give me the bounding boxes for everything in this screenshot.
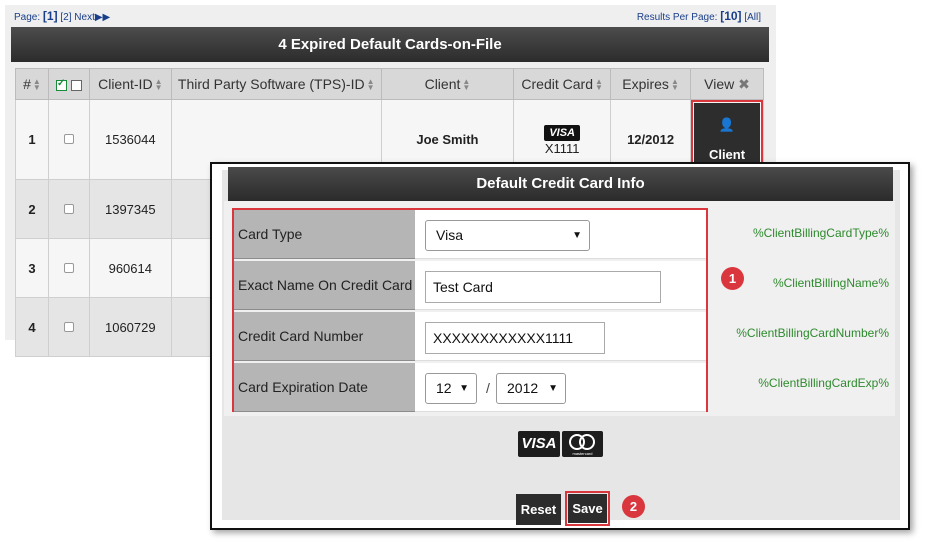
rpp-all[interactable]: [All] xyxy=(744,12,761,23)
token-card-type: %ClientBillingCardType% xyxy=(752,226,889,240)
form-highlight-box: Card Type Visa ▼ Exact Name On Credit Car… xyxy=(232,208,708,412)
dropdown-arrow-icon: ▼ xyxy=(459,383,469,394)
sort-icon[interactable]: ▲ ▼ xyxy=(155,78,163,92)
card-form: Card Type Visa ▼ Exact Name On Credit Car… xyxy=(224,201,895,416)
sort-icon[interactable]: ▲ ▼ xyxy=(462,78,470,92)
row-checkbox[interactable] xyxy=(63,134,74,144)
dropdown-arrow-icon: ▼ xyxy=(572,230,582,241)
pager-page-2[interactable]: [2] xyxy=(60,12,71,23)
save-highlight: Save xyxy=(565,491,610,526)
col-header-select xyxy=(47,68,90,100)
client-id-cell: 960614 xyxy=(88,238,172,298)
name-row: Exact Name On Credit Card Test Card xyxy=(234,261,706,312)
sort-icon[interactable]: ▲ ▼ xyxy=(595,78,603,92)
pager: Page: [1] [2] Next▶▶ xyxy=(14,9,110,23)
rpp-current[interactable]: [10] xyxy=(720,9,741,23)
row-number: 2 xyxy=(15,179,49,239)
sort-icon[interactable]: ▲ ▼ xyxy=(367,78,375,92)
token-name: %ClientBillingName% xyxy=(772,276,889,290)
col-header-expires[interactable]: Expires ▲ ▼ xyxy=(610,68,691,100)
sort-icon[interactable]: ▲ ▼ xyxy=(671,78,679,92)
row-number: 4 xyxy=(15,297,49,357)
visa-icon: VISA xyxy=(544,124,580,141)
card-number-input[interactable]: XXXXXXXXXXXX1111 xyxy=(425,322,605,354)
callout-marker-2: 2 xyxy=(622,495,645,518)
expand-icon[interactable]: ✖ xyxy=(738,76,750,92)
client-id-cell: 1397345 xyxy=(88,179,172,239)
reset-button[interactable]: Reset xyxy=(516,494,561,525)
save-button[interactable]: Save xyxy=(568,494,607,523)
expiration-label: Card Expiration Date xyxy=(234,363,415,412)
col-header-client-id[interactable]: Client-ID ▲ ▼ xyxy=(88,68,172,100)
row-checkbox[interactable] xyxy=(63,203,74,214)
client-id-cell: 1060729 xyxy=(88,297,172,357)
number-label: Credit Card Number xyxy=(234,312,415,361)
card-last-digits: X1111 xyxy=(544,140,580,156)
mastercard-logo-icon: mastercard xyxy=(562,431,603,457)
card-type-label: Card Type xyxy=(234,210,415,259)
col-header-tps-id[interactable]: Third Party Software (TPS)-ID ▲ ▼ xyxy=(170,68,382,100)
col-header-num[interactable]: # ▲ ▼ xyxy=(15,68,49,100)
exp-month-select[interactable]: 12 ▼ xyxy=(425,373,477,404)
token-card-number: %ClientBillingCardNumber% xyxy=(736,326,889,340)
row-number: 3 xyxy=(15,238,49,298)
sort-icon[interactable]: ▲ ▼ xyxy=(33,78,41,92)
accepted-cards: VISA mastercard xyxy=(518,431,603,457)
select-all-checked-checkbox[interactable] xyxy=(55,78,67,91)
pager-next[interactable]: Next xyxy=(74,12,95,23)
visa-logo-icon: VISA xyxy=(518,431,560,457)
credit-card-modal: Default Credit Card Info Card Type Visa ▼… xyxy=(210,162,910,530)
pager-current[interactable]: [1] xyxy=(43,9,58,23)
next-arrow-icon[interactable]: ▶▶ xyxy=(95,12,110,23)
exp-year-select[interactable]: 2012 ▼ xyxy=(496,373,566,404)
col-header-credit-card[interactable]: Credit Card ▲ ▼ xyxy=(513,68,612,100)
user-icon: 👤 xyxy=(712,110,742,140)
row-checkbox[interactable] xyxy=(63,262,74,273)
col-header-client[interactable]: Client ▲ ▼ xyxy=(380,68,515,100)
dropdown-arrow-icon: ▼ xyxy=(548,383,558,394)
date-separator: / xyxy=(486,380,490,396)
row-number: 1 xyxy=(15,99,49,180)
name-label: Exact Name On Credit Card xyxy=(234,261,415,310)
callout-marker-1: 1 xyxy=(721,267,744,290)
results-per-page: Results Per Page: [10] [All] xyxy=(637,9,761,23)
card-type-row: Card Type Visa ▼ xyxy=(234,210,706,261)
select-all-checkbox[interactable] xyxy=(70,79,82,91)
modal-title: Default Credit Card Info xyxy=(228,167,893,201)
col-header-view: View ✖ xyxy=(690,68,764,100)
number-row: Credit Card Number XXXXXXXXXXXX1111 xyxy=(234,312,706,363)
grid-title: 4 Expired Default Cards-on-File xyxy=(11,27,769,62)
client-id-cell: 1536044 xyxy=(88,99,172,180)
rpp-label: Results Per Page: xyxy=(636,12,718,23)
row-checkbox[interactable] xyxy=(63,321,74,332)
expiration-row: Card Expiration Date 12 ▼ / 2012 ▼ xyxy=(234,363,706,414)
card-name-input[interactable]: Test Card xyxy=(425,271,661,303)
token-card-exp: %ClientBillingCardExp% xyxy=(758,376,889,390)
card-type-select[interactable]: Visa ▼ xyxy=(425,220,590,251)
pager-label: Page: xyxy=(14,12,41,23)
